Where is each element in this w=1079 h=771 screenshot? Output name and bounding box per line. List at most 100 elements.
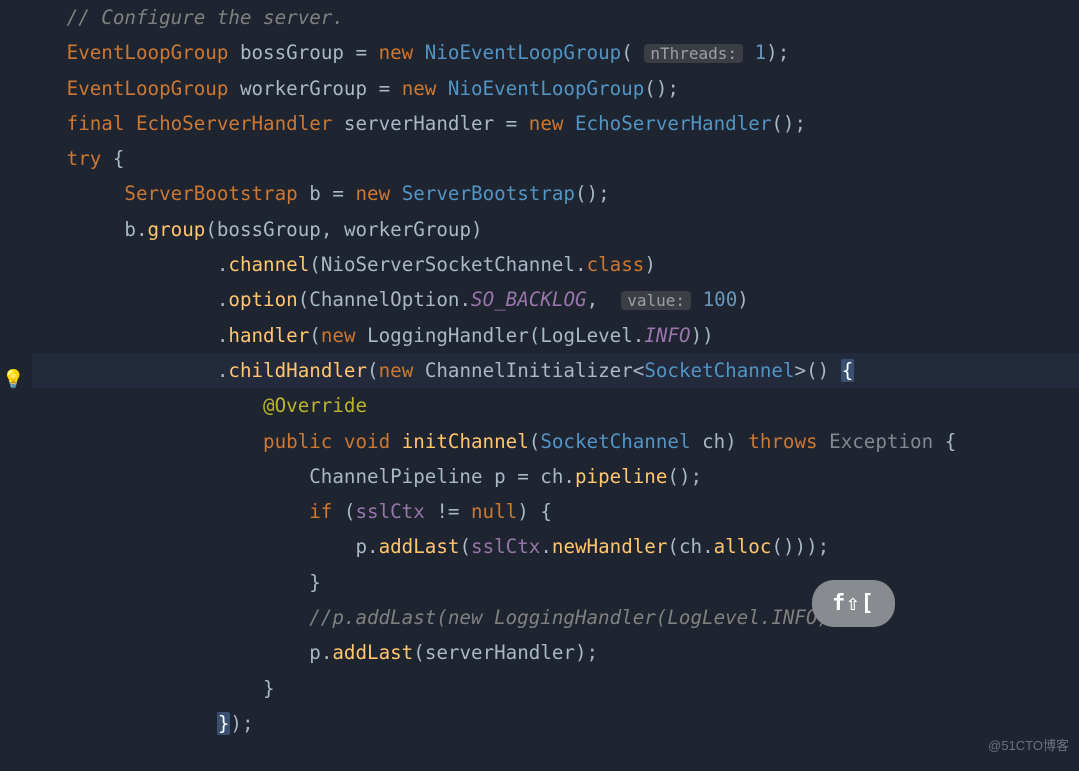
dot: .	[217, 359, 229, 382]
paren: (	[205, 218, 217, 241]
dot: .	[217, 324, 229, 347]
method: option	[228, 288, 297, 311]
identifier: serverHandler	[425, 641, 575, 664]
param-hint: value:	[621, 291, 691, 310]
number: 100	[703, 288, 738, 311]
code-line[interactable]: }	[32, 565, 1079, 600]
keyword: throws	[748, 430, 829, 453]
angle: >	[795, 359, 807, 382]
dot: .	[367, 535, 379, 558]
identifier: p	[309, 641, 321, 664]
comment: //p.addLast(new LoggingHandler(LogLevel.…	[309, 606, 852, 629]
code-line[interactable]: p.addLast(sslCtx.newHandler(ch.alloc()))…	[32, 529, 1079, 564]
type: EchoServerHandler	[136, 112, 332, 135]
code-line[interactable]: // Configure the server.	[32, 0, 1079, 35]
paren: )	[644, 253, 656, 276]
paren: )	[725, 430, 748, 453]
method: addLast	[332, 641, 413, 664]
brace: }	[263, 677, 275, 700]
intention-bulb-icon[interactable]: 💡	[2, 362, 24, 397]
identifier: b	[309, 182, 321, 205]
identifier: bossGroup	[217, 218, 321, 241]
code-line[interactable]: .channel(NioServerSocketChannel.class)	[32, 247, 1079, 282]
dot: .	[575, 253, 587, 276]
paren: (	[667, 535, 679, 558]
gutter: 💡	[0, 0, 30, 771]
identifier: serverHandler	[344, 112, 494, 135]
identifier: p	[483, 465, 506, 488]
paren: (	[459, 535, 471, 558]
identifier: bossGroup	[240, 41, 344, 64]
paren: (	[309, 324, 321, 347]
keyword: new	[321, 324, 367, 347]
code-line[interactable]: final EchoServerHandler serverHandler = …	[32, 106, 1079, 141]
code-line-active[interactable]: .childHandler(new ChannelInitializer<Soc…	[32, 353, 1079, 388]
operator: =	[321, 182, 356, 205]
code-line[interactable]: .option(ChannelOption.SO_BACKLOG, value:…	[32, 282, 1079, 317]
brace-matched: }	[217, 712, 231, 735]
code-line[interactable]: p.addLast(serverHandler);	[32, 635, 1079, 670]
comma: ,	[321, 218, 344, 241]
class-ref: LogLevel	[540, 324, 632, 347]
code-line[interactable]: ServerBootstrap b = new ServerBootstrap(…	[32, 176, 1079, 211]
paren: (	[344, 500, 356, 523]
code-line[interactable]: ChannelPipeline p = ch.pipeline();	[32, 459, 1079, 494]
shortcut-popup: f⇧[	[812, 580, 895, 627]
annotation: @Override	[263, 394, 367, 417]
paren: );	[575, 641, 598, 664]
type: ServerBootstrap	[124, 182, 297, 205]
brace: {	[540, 500, 552, 523]
angle: <	[633, 359, 645, 382]
keyword: class	[587, 253, 645, 276]
method: newHandler	[552, 535, 668, 558]
param: ch	[691, 430, 726, 453]
code-line[interactable]: }	[32, 671, 1079, 706]
code-line[interactable]: });	[32, 706, 1079, 741]
code-editor[interactable]: 💡 // Configure the server. EventLoopGrou…	[0, 0, 1079, 771]
field: sslCtx	[355, 500, 424, 523]
paren: );	[766, 41, 789, 64]
keyword: new	[379, 359, 425, 382]
dot: .	[540, 535, 552, 558]
code-line[interactable]: try {	[32, 141, 1079, 176]
identifier: workerGroup	[344, 218, 471, 241]
code-line[interactable]: public void initChannel(SocketChannel ch…	[32, 424, 1079, 459]
static-field: SO_BACKLOG	[471, 288, 587, 311]
paren: )	[737, 288, 749, 311]
class-ref: ServerBootstrap	[402, 182, 575, 205]
method: channel	[228, 253, 309, 276]
keyword: new	[379, 41, 425, 64]
paren: (	[367, 359, 379, 382]
code-lines[interactable]: // Configure the server. EventLoopGroup …	[32, 0, 1079, 741]
paren: )	[471, 218, 483, 241]
paren: (	[621, 41, 633, 64]
operator: =	[344, 41, 379, 64]
code-line[interactable]: @Override	[32, 388, 1079, 423]
code-line[interactable]: EventLoopGroup workerGroup = new NioEven…	[32, 71, 1079, 106]
code-line[interactable]: .handler(new LoggingHandler(LogLevel.INF…	[32, 318, 1079, 353]
method: childHandler	[228, 359, 367, 382]
class-ref: NioEventLoopGroup	[448, 77, 644, 100]
keyword: try	[67, 147, 113, 170]
paren: ();	[644, 77, 679, 100]
paren: (	[309, 253, 321, 276]
code-line[interactable]: if (sslCtx != null) {	[32, 494, 1079, 529]
paren: ();	[575, 182, 610, 205]
generic-type: SocketChannel	[644, 359, 794, 382]
class-ref: NioEventLoopGroup	[425, 41, 621, 64]
method: pipeline	[575, 465, 667, 488]
code-line[interactable]: b.group(bossGroup, workerGroup)	[32, 212, 1079, 247]
type: EventLoopGroup	[67, 77, 229, 100]
dot: .	[702, 535, 714, 558]
space	[691, 288, 703, 311]
method: group	[148, 218, 206, 241]
code-line[interactable]: //p.addLast(new LoggingHandler(LogLevel.…	[32, 600, 1079, 635]
paren: (	[298, 288, 310, 311]
number: 1	[755, 41, 767, 64]
param-hint: nThreads:	[644, 44, 743, 63]
code-line[interactable]: EventLoopGroup bossGroup = new NioEventL…	[32, 35, 1079, 70]
keyword: if	[309, 500, 344, 523]
dot: .	[321, 641, 333, 664]
method: addLast	[379, 535, 460, 558]
keyword: new	[529, 112, 575, 135]
